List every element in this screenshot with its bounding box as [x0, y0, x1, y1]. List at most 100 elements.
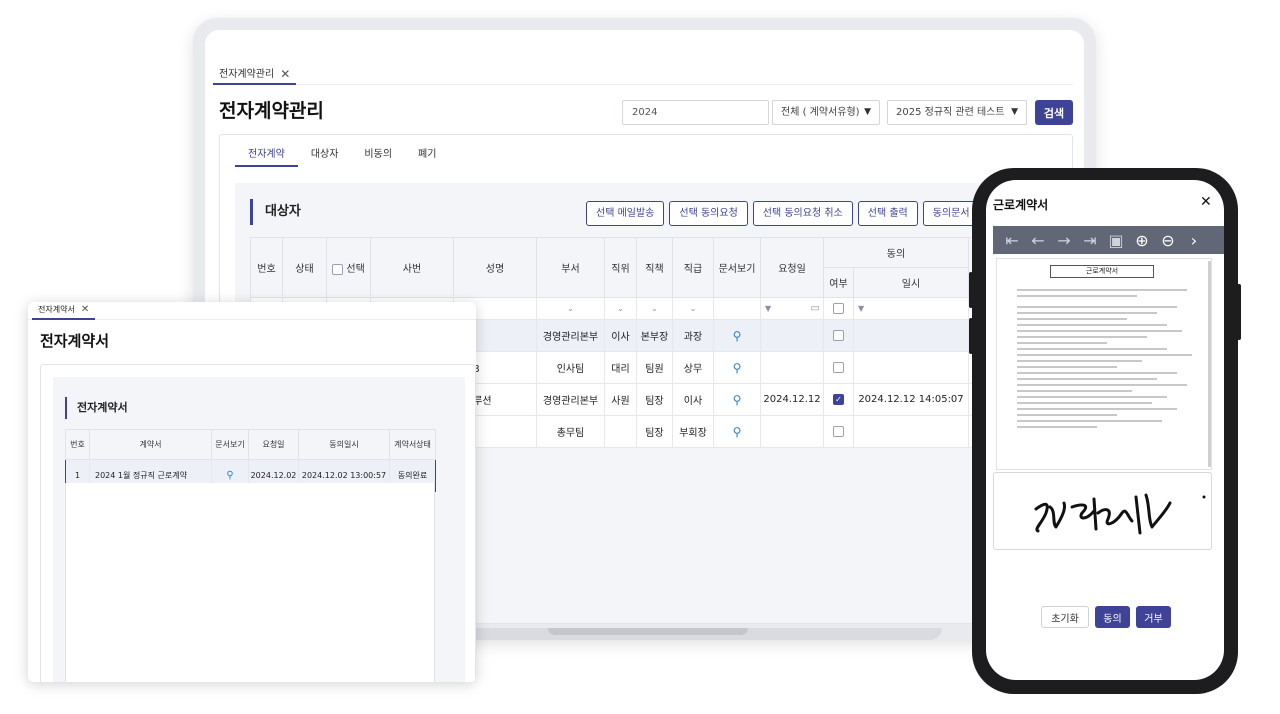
col-agree: 동의 — [823, 237, 969, 268]
year-input[interactable]: 2024 — [622, 100, 769, 125]
search-icon[interactable]: ⚲ — [733, 393, 742, 407]
col-position: 직위 — [604, 237, 637, 298]
cell-req-date — [760, 415, 824, 448]
tab-disagree[interactable]: 비동의 — [351, 143, 405, 167]
col-status: 상태 — [282, 237, 327, 298]
col-select: 선택 — [326, 237, 371, 298]
copy-icon[interactable]: ▣ — [1105, 231, 1127, 250]
filter-icon[interactable]: ▼ — [858, 304, 864, 313]
cell-position — [604, 415, 637, 448]
close-icon[interactable]: ✕ — [1200, 194, 1212, 210]
col-req-date: 요청일 — [760, 237, 824, 298]
agree-checkbox[interactable] — [833, 425, 844, 437]
search-icon[interactable]: ⚲ — [226, 470, 233, 481]
phone-screen: 근로계약서 ✕ ⇤ ← → ⇥ ▣ ⊕ ⊖ › 근로계약서 초기화 동의 거부 — [986, 180, 1224, 680]
document-title: 근로계약서 — [1050, 265, 1154, 278]
reject-button[interactable]: 거부 — [1136, 606, 1171, 628]
agree-checkbox[interactable] — [833, 329, 844, 341]
col-agree-dt: 일시 — [853, 267, 969, 298]
search-icon[interactable]: ⚲ — [733, 361, 742, 375]
col-name: 성명 — [453, 237, 537, 298]
agree-button[interactable]: 동의 — [1095, 606, 1130, 628]
tab-discard[interactable]: 폐기 — [405, 143, 449, 167]
cell-duty: 팀원 — [636, 351, 673, 384]
col-select-label: 선택 — [346, 264, 365, 275]
first-page-icon[interactable]: ⇤ — [1001, 231, 1023, 250]
phone-side-button — [969, 318, 973, 354]
chevron-right-icon[interactable]: › — [1183, 231, 1205, 250]
print-button[interactable]: 선택 출력 — [857, 201, 918, 226]
send-mail-button[interactable]: 선택 메일발송 — [586, 201, 665, 226]
contract-type-select[interactable]: 전체 ( 계약서유형) ▼ — [772, 100, 880, 125]
cancel-request-button[interactable]: 선택 동의요청 취소 — [752, 201, 853, 226]
select-all-checkbox[interactable] — [332, 263, 344, 275]
tablet-panel: 전자계약서 번호 계약서 문서보기 요청일 동의일시 계약서상태 1 2024 … — [40, 364, 476, 682]
col-no: 번호 — [250, 237, 283, 298]
signature-drawing — [1034, 493, 1206, 535]
cell-req-date — [760, 351, 824, 384]
cell-dept: 경영관리본부 — [536, 383, 605, 416]
phone-power-button — [1237, 284, 1241, 340]
reset-button[interactable]: 초기화 — [1041, 606, 1089, 628]
phone-frame: 근로계약서 ✕ ⇤ ← → ⇥ ▣ ⊕ ⊖ › 근로계약서 초기화 동의 거부 — [969, 168, 1241, 694]
chevron-down-icon[interactable]: ⌄ — [690, 304, 697, 313]
chevron-down-icon: ▼ — [864, 107, 871, 117]
cell-position: 사원 — [604, 383, 637, 416]
zoom-in-icon[interactable]: ⊕ — [1131, 231, 1153, 250]
prev-page-icon[interactable]: ← — [1027, 231, 1049, 250]
chevron-down-icon[interactable]: ⌄ — [567, 304, 574, 313]
col-agree-dt: 동의일시 — [298, 429, 390, 460]
tab-label: 전자계약서 — [38, 305, 75, 314]
cell-agree-dt — [853, 319, 969, 352]
agree-checkbox[interactable] — [833, 361, 844, 373]
phone-side-button — [969, 272, 973, 308]
search-icon[interactable]: ⚲ — [733, 425, 742, 439]
cell-req-date — [760, 319, 824, 352]
chevron-down-icon[interactable]: ⌄ — [617, 304, 624, 313]
phone-title: 근로계약서 — [993, 198, 1049, 212]
section-title: 대상자 — [250, 199, 301, 225]
template-value: 2025 정규직 관련 테스트 — [896, 107, 1005, 118]
cell-duty: 팀장 — [636, 383, 673, 416]
filter-checkbox[interactable] — [833, 302, 844, 314]
chevron-down-icon[interactable]: ⌄ — [651, 304, 658, 313]
tab-contract-management[interactable]: 전자계약관리 ✕ — [213, 66, 297, 85]
cell-grade: 부회장 — [672, 415, 714, 448]
col-doc: 문서보기 — [211, 429, 249, 460]
close-icon[interactable]: ✕ — [81, 302, 89, 318]
col-grade: 직급 — [672, 237, 714, 298]
tablet-page-title: 전자계약서 — [40, 332, 110, 350]
phone-buttons: 초기화 동의 거부 — [1041, 606, 1171, 628]
cell-dept: 경영관리본부 — [536, 319, 605, 352]
laptop-notch — [548, 628, 748, 635]
document-body — [1017, 289, 1197, 432]
search-button[interactable]: 검색 — [1035, 100, 1073, 125]
tab-contract[interactable]: 전자계약서 ✕ — [32, 302, 96, 320]
viewer-scrollbar[interactable] — [1208, 261, 1211, 467]
next-page-icon[interactable]: → — [1053, 231, 1075, 250]
viewer-toolbar: ⇤ ← → ⇥ ▣ ⊕ ⊖ › — [993, 226, 1224, 254]
last-page-icon[interactable]: ⇥ — [1079, 231, 1101, 250]
cell-duty: 팀장 — [636, 415, 673, 448]
search-icon[interactable]: ⚲ — [733, 329, 742, 343]
tab-bar: 전자계약 대상자 비동의 폐기 — [235, 143, 449, 167]
agree-checkbox-checked[interactable]: ✓ — [833, 393, 844, 405]
cell-grade: 이사 — [672, 383, 714, 416]
page-title: 전자계약관리 — [219, 100, 324, 122]
tab-contract[interactable]: 전자계약 — [235, 143, 298, 167]
document-viewer[interactable]: 근로계약서 — [996, 258, 1212, 470]
filter-icon[interactable]: ▼ — [765, 304, 771, 313]
calendar-icon[interactable]: ▭ — [811, 303, 823, 314]
request-agree-button[interactable]: 선택 동의요청 — [669, 201, 748, 226]
close-icon[interactable]: ✕ — [280, 66, 290, 83]
tab-target[interactable]: 대상자 — [298, 143, 352, 167]
col-agree-yn: 여부 — [823, 267, 854, 298]
cell-grade: 과장 — [672, 319, 714, 352]
template-select[interactable]: 2025 정규직 관련 테스트 ▼ — [887, 100, 1027, 125]
contract-type-value: 전체 ( 계약서유형) — [781, 107, 860, 118]
signature-pad[interactable] — [993, 472, 1212, 550]
table-empty-area — [65, 483, 435, 682]
cell-agree-dt — [853, 351, 969, 384]
zoom-out-icon[interactable]: ⊖ — [1157, 231, 1179, 250]
col-dept: 부서 — [536, 237, 605, 298]
